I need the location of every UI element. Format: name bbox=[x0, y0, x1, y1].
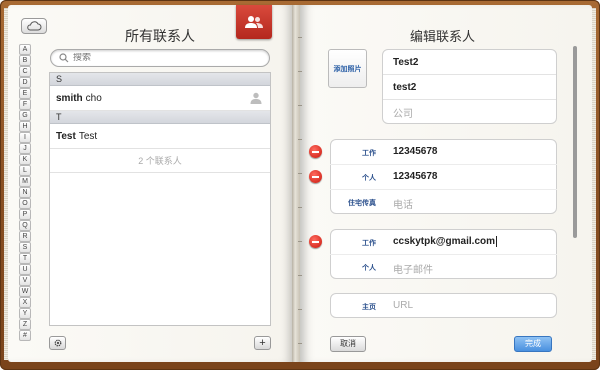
index-tab[interactable]: D bbox=[19, 77, 31, 88]
alphabet-index: A B C D E F G H I J K L M N O P Q R S T … bbox=[19, 44, 33, 341]
index-tab[interactable]: V bbox=[19, 275, 31, 286]
index-tab[interactable]: # bbox=[19, 330, 31, 341]
right-page-edges bbox=[592, 8, 596, 360]
index-tab[interactable]: J bbox=[19, 143, 31, 154]
index-tab[interactable]: X bbox=[19, 297, 31, 308]
search-field[interactable] bbox=[50, 49, 270, 67]
index-tab[interactable]: W bbox=[19, 286, 31, 297]
delete-phone-1-button[interactable] bbox=[309, 145, 322, 158]
index-tab[interactable]: Y bbox=[19, 308, 31, 319]
gear-icon bbox=[54, 339, 61, 347]
index-tab[interactable]: F bbox=[19, 99, 31, 110]
index-tab[interactable]: S bbox=[19, 242, 31, 253]
phone-1-value[interactable]: 12345678 bbox=[393, 146, 438, 157]
url-label[interactable]: 主页 bbox=[336, 302, 376, 312]
contact-count: 2 个联系人 bbox=[50, 149, 270, 173]
email-2-label[interactable]: 个人 bbox=[336, 263, 376, 273]
index-tab[interactable]: L bbox=[19, 165, 31, 176]
contact-first-name: Test bbox=[56, 130, 76, 142]
index-tab[interactable]: C bbox=[19, 66, 31, 77]
email-1-text: ccskytpk@gmail.com bbox=[393, 236, 496, 248]
contact-last-name: Test bbox=[78, 130, 98, 142]
contact-first-name: smith bbox=[56, 92, 83, 104]
url-field[interactable]: URL bbox=[393, 300, 413, 311]
index-tab[interactable]: E bbox=[19, 88, 31, 99]
index-tab[interactable]: A bbox=[19, 44, 31, 55]
people-icon bbox=[245, 16, 263, 28]
add-photo-button[interactable]: 添加照片 bbox=[328, 49, 367, 88]
phone-2-label[interactable]: 个人 bbox=[336, 173, 376, 183]
add-contact-button[interactable]: + bbox=[254, 336, 271, 350]
person-icon bbox=[250, 92, 262, 104]
contact-list: S smith cho T Test Test 2 个联系人 bbox=[49, 72, 271, 326]
index-tab[interactable]: K bbox=[19, 154, 31, 165]
index-tab[interactable]: H bbox=[19, 121, 31, 132]
phone-2-value[interactable]: 12345678 bbox=[393, 171, 438, 182]
email-1-label[interactable]: 工作 bbox=[336, 238, 376, 248]
index-tab[interactable]: U bbox=[19, 264, 31, 275]
index-tab[interactable]: M bbox=[19, 176, 31, 187]
binding-marks bbox=[298, 5, 302, 362]
index-tab[interactable]: B bbox=[19, 55, 31, 66]
contact-row[interactable]: Test Test bbox=[50, 124, 270, 149]
index-tab[interactable]: T bbox=[19, 253, 31, 264]
index-tab[interactable]: O bbox=[19, 198, 31, 209]
email-1-value[interactable]: ccskytpk@gmail.com bbox=[393, 236, 498, 248]
phone-3-label[interactable]: 住宅传真 bbox=[332, 198, 376, 208]
index-tab[interactable]: R bbox=[19, 231, 31, 242]
groups-button[interactable] bbox=[21, 18, 47, 34]
index-tab[interactable]: Z bbox=[19, 319, 31, 330]
settings-button[interactable] bbox=[49, 336, 66, 350]
index-tab[interactable]: N bbox=[19, 187, 31, 198]
cloud-icon bbox=[27, 21, 42, 31]
index-tab[interactable]: G bbox=[19, 110, 31, 121]
company-field[interactable]: 公司 bbox=[393, 105, 413, 120]
contact-row[interactable]: smith cho bbox=[50, 86, 270, 111]
section-header: S bbox=[50, 73, 270, 86]
index-tab[interactable]: I bbox=[19, 132, 31, 143]
cancel-button[interactable]: 取消 bbox=[330, 336, 366, 352]
last-name-field[interactable]: test2 bbox=[383, 75, 556, 100]
contacts-bookmark[interactable] bbox=[236, 5, 272, 39]
search-input[interactable] bbox=[73, 53, 253, 63]
scrollbar[interactable] bbox=[573, 46, 577, 238]
first-name-field[interactable]: Test2 bbox=[383, 50, 556, 75]
section-header: T bbox=[50, 111, 270, 124]
search-icon bbox=[59, 53, 69, 63]
email-2-field[interactable]: 电子邮件 bbox=[393, 261, 433, 276]
index-tab[interactable]: Q bbox=[19, 220, 31, 231]
name-group: Test2 test2 公司 bbox=[382, 49, 557, 124]
phone-3-field[interactable]: 电话 bbox=[393, 196, 413, 211]
text-caret bbox=[496, 236, 498, 247]
delete-email-1-button[interactable] bbox=[309, 235, 322, 248]
done-button[interactable]: 完成 bbox=[514, 336, 552, 352]
edit-contact-title: 编辑联系人 bbox=[409, 30, 475, 45]
delete-phone-2-button[interactable] bbox=[309, 170, 322, 183]
phone-1-label[interactable]: 工作 bbox=[336, 148, 376, 158]
index-tab[interactable]: P bbox=[19, 209, 31, 220]
contact-last-name: cho bbox=[85, 92, 102, 104]
